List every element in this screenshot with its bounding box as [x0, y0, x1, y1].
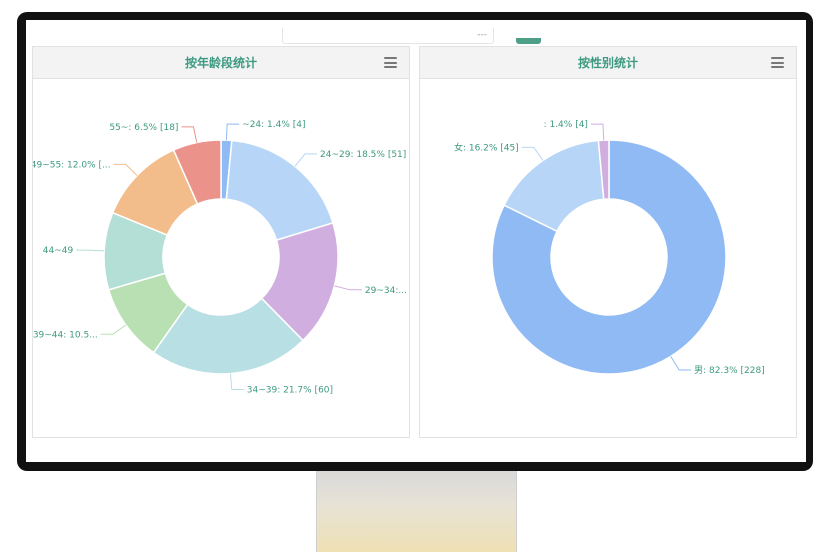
panel-title: 按性别统计 — [577, 56, 638, 70]
slice-label: 55~: 6.5% [18] — [109, 123, 178, 133]
label-leader-line — [670, 356, 692, 371]
slice-label: 39~44: 10.5... — [33, 330, 98, 340]
label-leader-line — [521, 146, 544, 161]
pie-slice[interactable] — [225, 139, 334, 242]
menu-icon[interactable] — [384, 57, 397, 68]
label-leader-line — [294, 153, 318, 167]
label-leader-line — [181, 126, 198, 143]
label-leader-line — [334, 285, 362, 291]
screen: --- 按年龄段统计 ~24: 1.4% [4] 24~29: 18.5% [51… — [26, 20, 806, 462]
slice-label: 24~29: 18.5% [51] — [320, 150, 406, 160]
slice-label: 男: 82.3% [228] — [694, 365, 765, 376]
panel-title: 按年龄段统计 — [184, 56, 257, 70]
slice-label: 44~49 — [43, 246, 74, 256]
slice-label: ~24: 1.4% [4] — [242, 120, 305, 130]
search-button[interactable] — [516, 38, 541, 44]
label-leader-line — [590, 123, 605, 141]
label-leader-line — [100, 324, 127, 335]
slice-label: 女: 16.2% [45] — [454, 141, 519, 153]
gender-chart-panel: 按性别统计 男: 82.3% [228] 女: 16.2% [45] : 1.4% … — [419, 46, 797, 438]
slice-label: 34~39: 21.7% [60] — [247, 386, 333, 396]
age-donut-chart: ~24: 1.4% [4] 24~29: 18.5% [51] 29~34:... 3… — [33, 120, 407, 396]
label-leader-line — [229, 373, 244, 391]
search-input[interactable]: --- — [282, 28, 494, 44]
monitor-stand — [316, 471, 517, 552]
label-leader-line — [113, 163, 138, 176]
gender-donut-chart: 男: 82.3% [228] 女: 16.2% [45] : 1.4% [4] — [454, 120, 765, 376]
slice-label: 49~55: 12.0% [... — [33, 160, 111, 170]
slice-label: 29~34:... — [365, 286, 407, 296]
label-leader-line — [76, 249, 105, 252]
panel-header: 按年龄段统计 — [33, 47, 409, 79]
slice-label: : 1.4% [4] — [544, 120, 588, 130]
menu-icon[interactable] — [771, 57, 784, 68]
panel-header: 按性别统计 — [420, 47, 796, 79]
age-chart-panel: 按年龄段统计 ~24: 1.4% [4] 24~29: 18.5% [51] 29~… — [32, 46, 410, 438]
label-leader-line — [225, 123, 240, 141]
